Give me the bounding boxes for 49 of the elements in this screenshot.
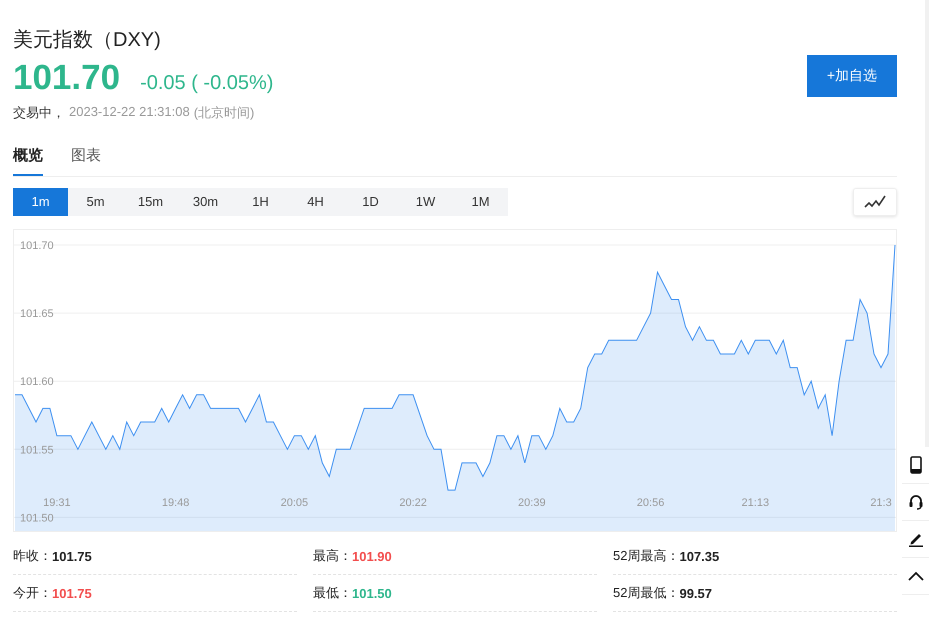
range-tab[interactable]: 5m <box>68 188 123 216</box>
y-axis-label: 101.50 <box>20 512 54 524</box>
y-axis-label: 101.70 <box>20 240 54 252</box>
stat-value: 101.50 <box>352 586 392 600</box>
range-tab[interactable]: 1H <box>233 188 288 216</box>
y-axis-label: 101.60 <box>20 376 54 388</box>
y-axis-label: 101.65 <box>20 308 54 320</box>
timezone: (北京时间) <box>194 104 254 122</box>
range-tab[interactable]: 4H <box>288 188 343 216</box>
stat-value: 101.75 <box>52 586 92 600</box>
tab[interactable]: 图表 <box>71 141 101 176</box>
x-axis-label: 20:22 <box>399 497 427 509</box>
add-watchlist-button[interactable]: +加自选 <box>807 55 897 97</box>
range-tab[interactable]: 1M <box>453 188 508 216</box>
tab[interactable]: 概览 <box>13 141 43 176</box>
x-axis-label: 21:13 <box>742 497 770 509</box>
trading-status: 交易中， <box>13 104 65 122</box>
y-axis-label: 101.55 <box>20 444 54 456</box>
pencil-icon <box>908 531 924 547</box>
stat-label: 今开： <box>13 584 52 602</box>
stat-label: 最高： <box>313 547 352 565</box>
range-tab[interactable]: 1W <box>398 188 453 216</box>
stat-label: 最低： <box>313 584 352 602</box>
stat-value: 107.35 <box>679 548 720 564</box>
line-chart-icon <box>864 195 886 209</box>
x-axis-label: 19:48 <box>162 497 190 509</box>
stat-label: 52周最高： <box>613 547 680 565</box>
page-title: 美元指数（DXY) <box>13 28 162 53</box>
price: 101.70 <box>13 58 120 98</box>
stat-label: 昨收： <box>13 547 52 565</box>
x-axis-label: 20:56 <box>636 497 664 509</box>
timestamp: 2023-12-22 21:31:08 <box>69 104 190 121</box>
stat-value: 101.90 <box>352 548 392 564</box>
stat-value: 101.75 <box>52 548 92 564</box>
headset-icon <box>908 494 922 510</box>
price-change: -0.05 ( -0.05%) <box>140 72 274 95</box>
stat-label: 52周最低： <box>613 584 680 602</box>
x-axis-label: 21:3 <box>870 497 892 509</box>
x-axis-label: 20:05 <box>280 497 308 509</box>
stat-value: 99.57 <box>679 586 712 600</box>
range-tab[interactable]: 1m <box>13 188 68 216</box>
range-tab[interactable]: 1D <box>343 188 398 216</box>
range-tab[interactable]: 15m <box>123 188 178 216</box>
x-axis-label: 20:39 <box>518 497 546 509</box>
chart-type-button[interactable] <box>853 188 897 216</box>
caret-up-icon <box>908 571 924 581</box>
x-axis-label: 19:31 <box>43 497 71 509</box>
range-tab[interactable]: 30m <box>178 188 233 216</box>
phone-icon <box>910 456 922 474</box>
